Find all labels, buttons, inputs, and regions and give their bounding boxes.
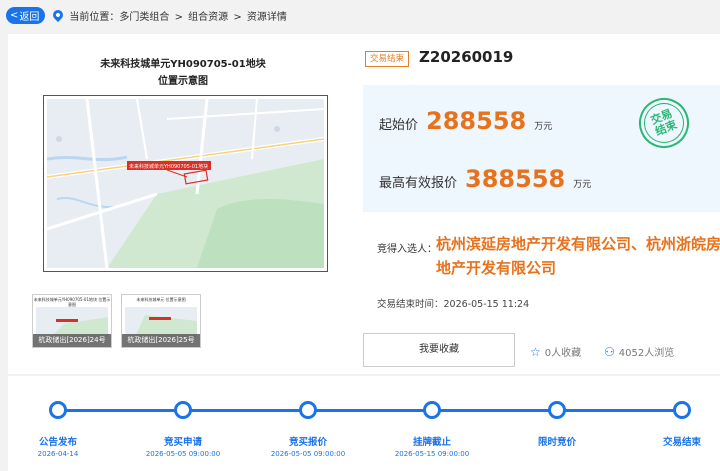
start-price-label: 起始价 [379, 118, 419, 133]
map-title-line1: 未来科技城单元YH090705-01地块 [100, 59, 266, 70]
timeline-step-label: 竞买报价 [288, 437, 327, 448]
location-pin-icon [51, 7, 66, 23]
price-panel: 起始价 288558 万元 最高有效报价 388558 万元 交易结束 [363, 85, 720, 212]
breadcrumb-separator: > [174, 11, 183, 23]
timeline-step-label: 挂牌截止 [412, 437, 451, 448]
end-time: 交易结束时间：2026-05-15 11:24 [377, 296, 529, 310]
top-price-row: 最高有效报价 388558 万元 [379, 165, 591, 193]
thumbnail-map [125, 307, 197, 337]
thumbnail-caption: 杭政储出[2026]25号 [122, 334, 200, 347]
timeline-step-label: 公告发布 [38, 437, 77, 448]
views-count-text: 4052人浏览 [618, 348, 675, 359]
views-count: ⚇ 4052人浏览 [604, 344, 675, 360]
timeline-line [58, 409, 682, 412]
back-button-label: 返回 [19, 11, 40, 23]
thumbnail-caption: 杭政储出[2026]24号 [33, 334, 111, 347]
listing-code: Z20260019 [419, 48, 514, 66]
breadcrumb-item-category[interactable]: 多门类组合 [119, 12, 169, 23]
timeline-node [673, 401, 691, 419]
resource-detail-card: 未来科技城单元YH090705-01地块 位置示意图 未来科技城单元YH0907… [8, 34, 720, 374]
timeline-step-label: 限时竞价 [537, 437, 576, 448]
stamp-text: 交易结束 [648, 106, 679, 139]
breadcrumb-item-resources[interactable]: 组合资源 [188, 12, 228, 23]
map-image: 未来科技城单元YH090705-01地块 [47, 99, 324, 268]
top-price-unit: 万元 [573, 180, 592, 190]
timeline-step-date: 2026-04-14 [37, 450, 79, 458]
timeline-node [49, 401, 67, 419]
process-timeline: 公告发布 2026-04-14 竞买申请 2026-05-05 09:00:00 竞买报… [8, 376, 720, 471]
breadcrumb-bar: < 返回 当前位置： 多门类组合 > 组合资源 > 资源详情 [0, 0, 720, 30]
favorites-count[interactable]: ☆ 0人收藏 [530, 344, 582, 360]
map-thumbnail[interactable]: 未来科技城单元 位置示意图 杭政储出[2026]25号 [121, 294, 201, 348]
people-icon: ⚇ [604, 344, 615, 359]
status-badge: 交易结束 [365, 51, 409, 67]
winner-label: 竞得入选人： [377, 244, 437, 255]
chevron-left-icon: < [10, 9, 19, 21]
breadcrumb: 多门类组合 > 组合资源 > 资源详情 [119, 8, 289, 23]
transaction-ended-stamp: 交易结束 [631, 90, 697, 156]
timeline-step-date: 2026-05-15 09:00:00 [394, 450, 470, 458]
back-button[interactable]: < 返回 [6, 6, 46, 24]
thumbnail-map [36, 307, 108, 337]
timeline-step-label: 竞买申请 [163, 437, 202, 448]
favorite-button[interactable]: 我要收藏 [363, 333, 515, 367]
map-graphic: 未来科技城单元YH090705-01地块 [47, 99, 324, 268]
end-time-value: 2026-05-15 11:24 [443, 299, 530, 310]
winner-names: 杭州滨延房地产开发有限公司、杭州浙皖房地产开发有限公司 [436, 235, 720, 277]
svg-text:未来科技城单元YH090705-01地块: 未来科技城单元YH090705-01地块 [129, 163, 208, 170]
top-price-label: 最高有效报价 [379, 176, 458, 191]
thumbnail-title: 未来科技城单元 位置示意图 [136, 297, 186, 302]
timeline-node [423, 401, 441, 419]
map-title-line2: 位置示意图 [158, 76, 208, 87]
location-prefix: 当前位置： [69, 11, 120, 23]
timeline-step-date: 2026-05-05 09:00:00 [145, 450, 221, 458]
favorites-count-text: 0人收藏 [544, 348, 582, 359]
timeline-step-date: 2026-05-05 09:00:00 [270, 450, 346, 458]
timeline-node [548, 401, 566, 419]
top-price-value: 388558 [465, 165, 566, 193]
start-price-unit: 万元 [534, 122, 553, 132]
timeline-step-label: 交易结束 [662, 437, 701, 448]
star-icon: ☆ [530, 344, 541, 359]
start-price-value: 288558 [426, 107, 527, 135]
end-time-label: 交易结束时间： [377, 299, 444, 310]
map-title: 未来科技城单元YH090705-01地块 位置示意图 [58, 56, 308, 90]
timeline-node [299, 401, 317, 419]
thumbnail-title: 未来科技城单元YH090705-01地块 位置示意图 [33, 297, 111, 307]
breadcrumb-item-current: 资源详情 [246, 11, 287, 23]
location-map[interactable]: 未来科技城单元YH090705-01地块 [43, 95, 328, 272]
breadcrumb-separator: > [233, 11, 242, 23]
map-thumbnail[interactable]: 未来科技城单元YH090705-01地块 位置示意图 杭政储出[2026]24号 [32, 294, 112, 348]
start-price-row: 起始价 288558 万元 [379, 107, 552, 135]
timeline-node [174, 401, 192, 419]
